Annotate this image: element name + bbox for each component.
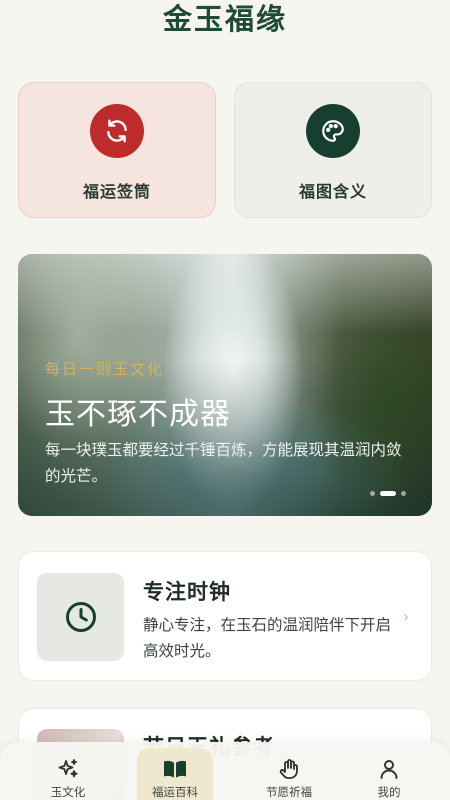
card-description: 静心专注，在玉石的温润陪伴下开启高效时光。	[143, 616, 392, 660]
palette-icon	[306, 104, 360, 158]
tab-label: 玉文化	[50, 785, 86, 799]
carousel-dot[interactable]	[401, 491, 406, 496]
app-title: 金玉福缘	[162, 2, 287, 36]
tab-mine[interactable]: 我的	[351, 742, 427, 800]
tab-label: 我的	[377, 785, 401, 799]
hand-icon	[277, 757, 301, 781]
book-icon	[162, 757, 188, 781]
daily-culture-banner[interactable]: 每日一则玉文化 玉不琢不成器 每一块璞玉都要经过千锤百炼，方能展现其温润内敛的光…	[18, 254, 432, 516]
person-icon	[377, 757, 401, 781]
quick-action-label: 福图含义	[298, 182, 367, 201]
tab-label: 节愿祈福	[266, 785, 312, 799]
tab-label: 福运百科	[152, 785, 198, 799]
quick-action-label: 福运签筒	[82, 182, 151, 201]
card-title: 专注时钟	[143, 579, 231, 604]
tab-festival-blessing[interactable]: 节愿祈福	[251, 742, 327, 800]
carousel-dot-active[interactable]	[380, 491, 396, 496]
tab-fortune-encyclopedia[interactable]: 福运百科	[137, 748, 213, 800]
carousel-dot[interactable]	[370, 491, 375, 496]
refresh-icon	[90, 104, 144, 158]
banner-description: 每一块璞玉都要经过千锤百炼，方能展现其温润内敛的光芒。	[45, 441, 402, 485]
quick-action-fortune-sticks[interactable]: 福运签筒	[18, 82, 216, 218]
tab-jade-culture[interactable]: 玉文化	[30, 742, 106, 800]
carousel-indicator[interactable]	[370, 491, 406, 496]
clock-icon	[37, 573, 124, 661]
sparkle-icon	[56, 757, 80, 781]
quick-action-pattern-meanings[interactable]: 福图含义	[234, 82, 432, 218]
bottom-tab-bar: 玉文化 福运百科 节愿祈福 我的	[0, 742, 450, 800]
banner-title: 玉不琢不成器	[45, 397, 231, 432]
chevron-right-icon: ›	[402, 607, 409, 626]
banner-kicker: 每日一则玉文化	[45, 360, 165, 378]
focus-clock-card[interactable]: 专注时钟 静心专注，在玉石的温润陪伴下开启高效时光。 ›	[18, 551, 432, 681]
